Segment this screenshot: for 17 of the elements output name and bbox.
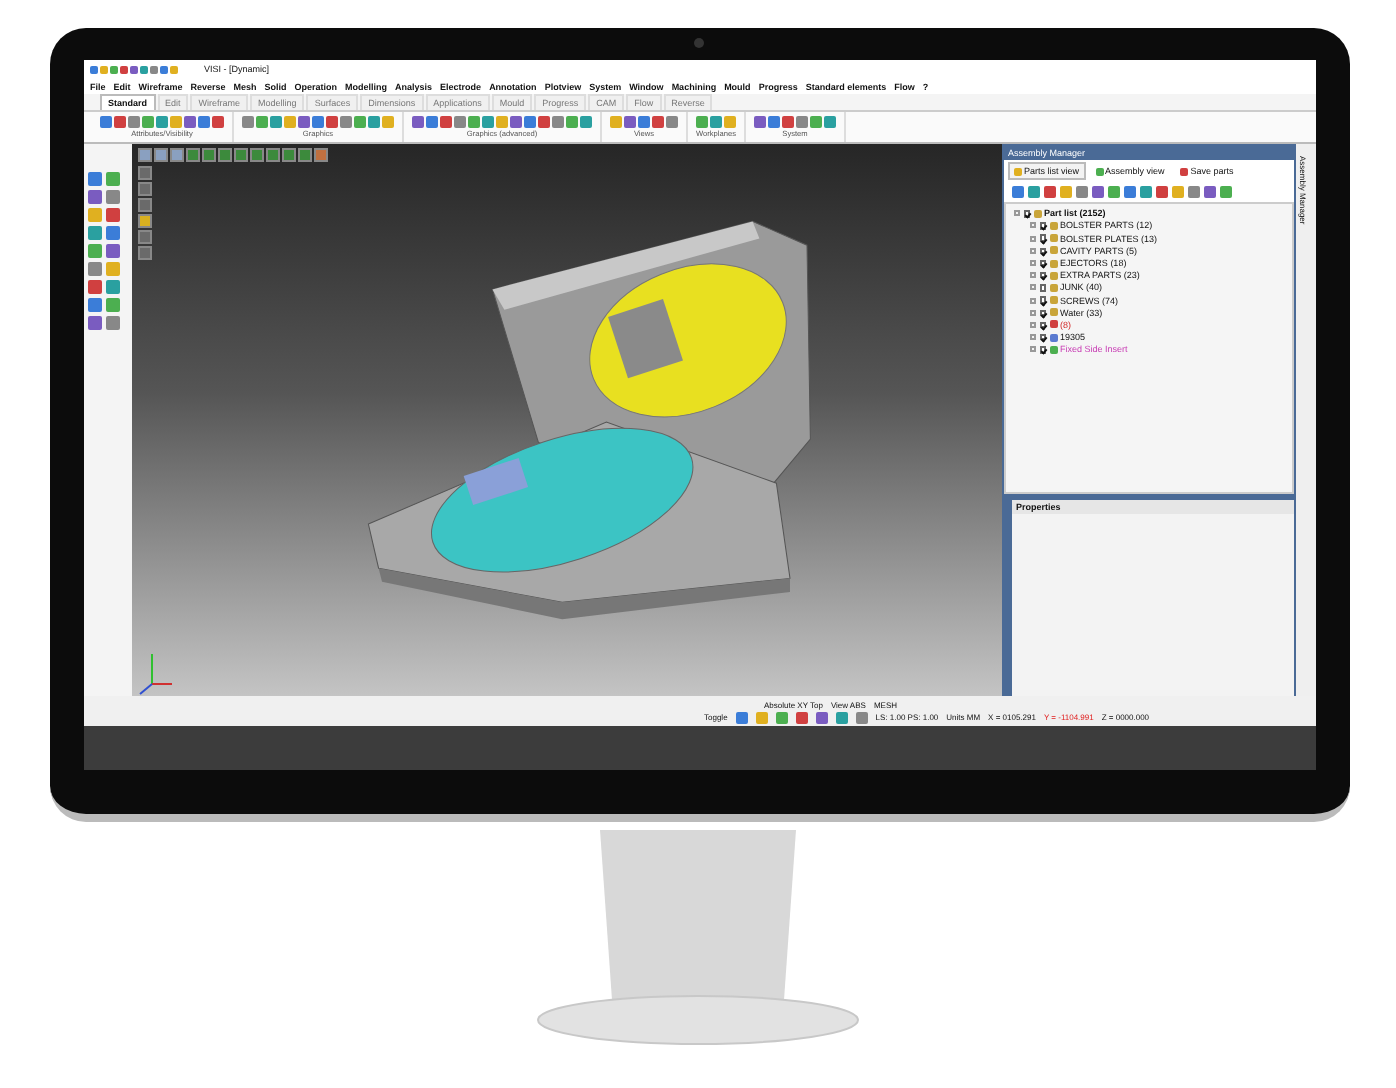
checkbox[interactable] — [1039, 346, 1047, 354]
checkbox[interactable] — [1039, 321, 1047, 329]
camera-dot — [694, 38, 704, 48]
checkbox[interactable] — [1039, 222, 1047, 230]
checkbox[interactable] — [1039, 309, 1047, 317]
checkbox[interactable] — [1039, 296, 1047, 304]
checkbox[interactable] — [1039, 271, 1047, 279]
expand-toggle[interactable] — [1014, 210, 1021, 217]
checkbox[interactable] — [1039, 284, 1047, 292]
3d-viewport[interactable] — [131, 144, 1003, 696]
axis-triad-icon — [138, 653, 173, 695]
checkbox[interactable] — [1023, 210, 1031, 218]
folder-icon — [1033, 209, 1042, 218]
checkbox[interactable] — [1039, 234, 1047, 242]
checkbox[interactable] — [1039, 259, 1047, 267]
checkbox[interactable] — [1039, 247, 1047, 255]
checkbox[interactable] — [1039, 333, 1047, 341]
